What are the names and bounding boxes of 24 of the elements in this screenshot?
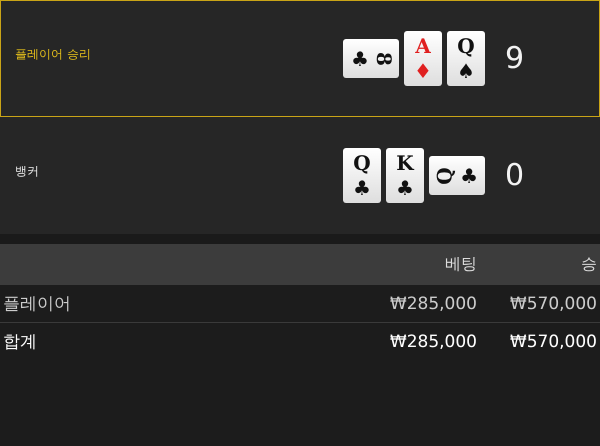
- table-cell-text: ₩570,000: [508, 332, 597, 352]
- table-cell-text: ₩285,000: [388, 294, 477, 314]
- column-header: 베팅: [444, 254, 477, 275]
- hand-name: 뱅커: [15, 163, 40, 180]
- card-rank: Q: [434, 166, 455, 184]
- card-rank: K: [396, 152, 414, 173]
- suit-icon: ♣: [351, 48, 369, 68]
- table-cell-text: 합계: [3, 331, 38, 353]
- card-rank: Q: [353, 152, 371, 173]
- table-cell-text: ₩285,000: [388, 332, 477, 352]
- hand-name: 플레이어 승리: [15, 46, 92, 63]
- suit-icon: ♦: [414, 61, 432, 82]
- hand-score: 0: [505, 158, 526, 193]
- card-rank: 8: [374, 52, 394, 66]
- card-rank: A: [415, 36, 431, 56]
- suit-icon: ♣: [396, 178, 414, 198]
- table-cell-text: ₩570,000: [508, 294, 597, 314]
- suit-icon: ♣: [353, 178, 371, 198]
- suit-icon: ♠: [457, 61, 475, 82]
- table-cell-text: 플레이어: [3, 293, 72, 315]
- hand-score: 9: [505, 41, 526, 76]
- card-rank: Q: [457, 36, 475, 56]
- suit-icon: ♣: [460, 166, 478, 186]
- column-header: 승: [580, 254, 597, 275]
